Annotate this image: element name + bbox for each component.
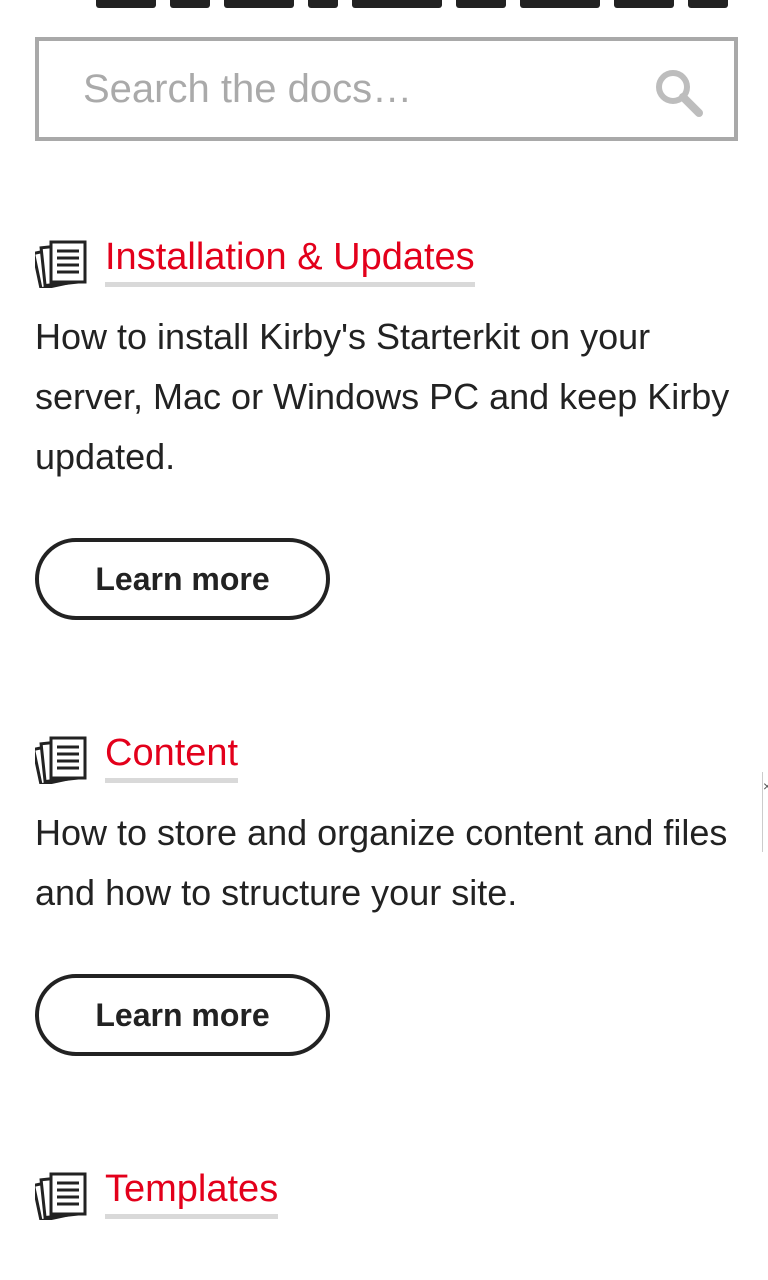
learn-more-button[interactable]: Learn more [35, 974, 330, 1056]
search-input[interactable] [83, 59, 623, 119]
doc-section-templates: Templates [35, 1166, 735, 1226]
section-description: How to store and organize content and fi… [35, 812, 728, 913]
doc-section-installation: Installation & Updates How to install Ki… [35, 234, 735, 620]
side-widget-edge[interactable]: × [762, 772, 768, 852]
section-title-link[interactable]: Installation & Updates [105, 234, 475, 287]
section-title-link[interactable]: Templates [105, 1166, 279, 1219]
learn-more-button[interactable]: Learn more [35, 538, 330, 620]
close-icon[interactable]: × [763, 778, 768, 794]
doc-section-content: Content How to store and organize conten… [35, 730, 735, 1056]
document-stack-icon [35, 736, 87, 784]
section-title-link[interactable]: Content [105, 730, 239, 783]
section-description: How to install Kirby's Starterkit on you… [35, 316, 730, 477]
document-stack-icon [35, 240, 87, 288]
search-box[interactable] [35, 37, 738, 141]
document-stack-icon [35, 1172, 87, 1220]
page-heading-cutoff [96, 0, 756, 8]
search-icon[interactable] [653, 67, 705, 119]
